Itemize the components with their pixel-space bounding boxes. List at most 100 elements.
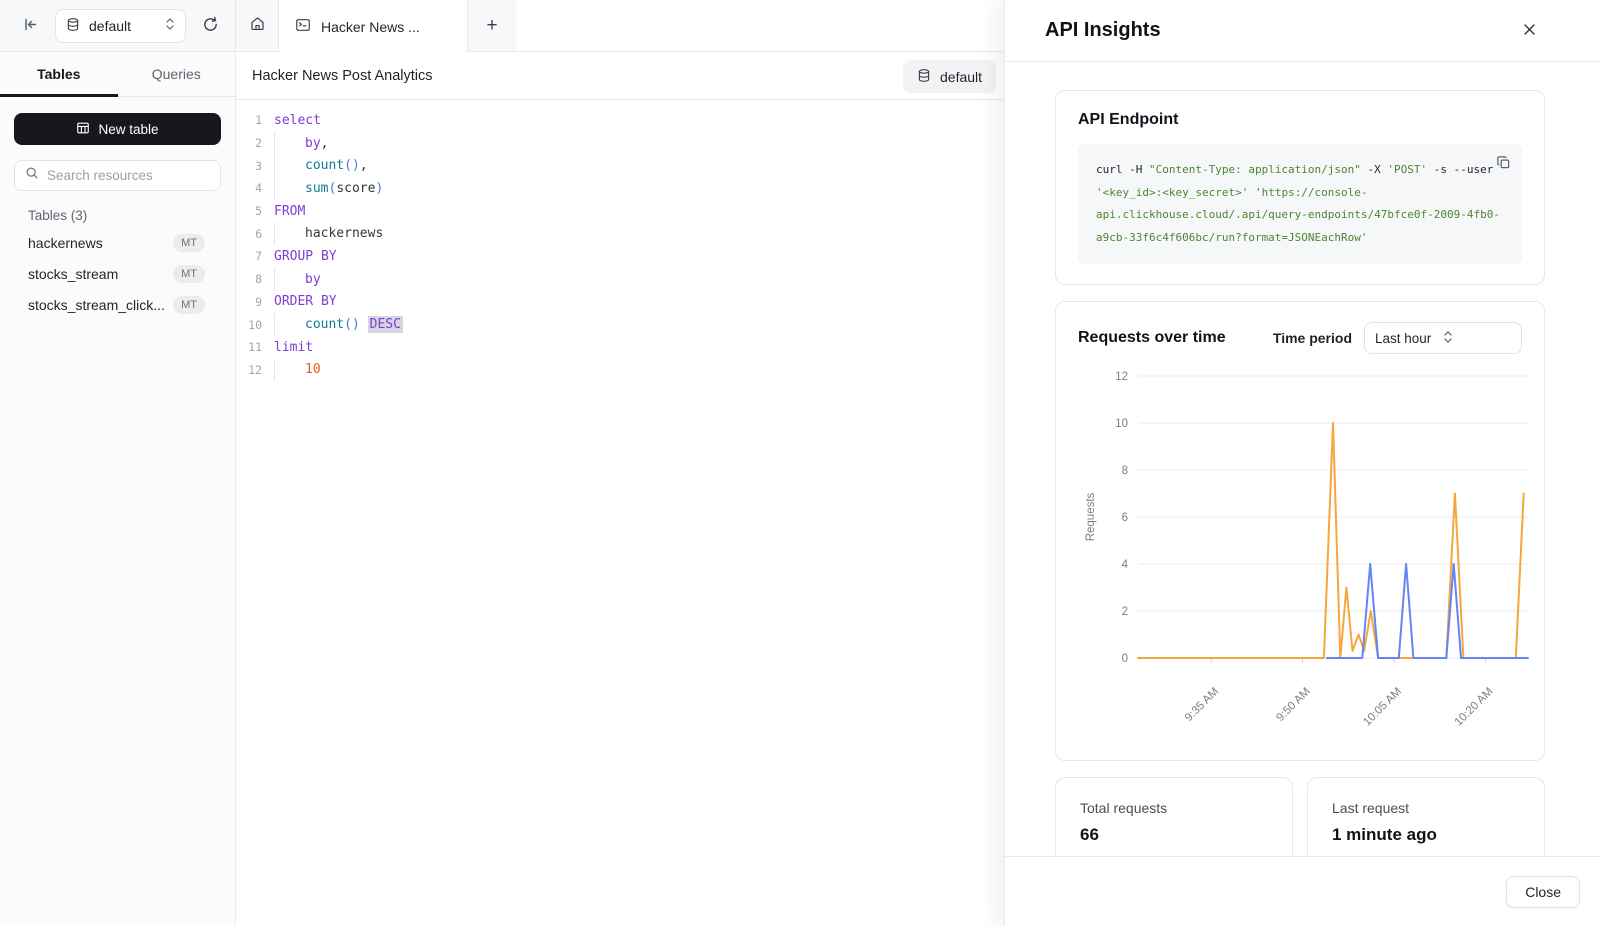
time-period-value: Last hour: [1375, 331, 1443, 346]
time-period-select[interactable]: Last hour: [1364, 322, 1522, 354]
last-request-value: 1 minute ago: [1332, 825, 1520, 845]
code-token: by: [305, 272, 321, 287]
home-button[interactable]: [236, 0, 278, 51]
new-table-button[interactable]: New table: [14, 113, 221, 145]
line-content: hackernews: [262, 222, 383, 245]
code-token: GROUP BY: [274, 249, 337, 264]
code-token: (: [328, 181, 336, 196]
api-endpoint-title: API Endpoint: [1078, 111, 1522, 129]
table-engine-badge: MT: [173, 265, 205, 283]
table-row[interactable]: stocks_stream_click...MT: [0, 289, 235, 320]
curl-segment: [1248, 186, 1255, 199]
new-tab-button[interactable]: +: [468, 0, 516, 51]
search-icon: [25, 166, 39, 185]
indent-guide: [274, 313, 305, 336]
code-token: FROM: [274, 204, 305, 219]
plus-icon: +: [486, 15, 497, 37]
total-requests-card: Total requests 66: [1055, 777, 1293, 856]
y-tick-label: 4: [1122, 559, 1129, 571]
api-endpoint-card: API Endpoint curl -H "Content-Type: appl…: [1055, 90, 1545, 285]
curl-segment: curl -H: [1096, 163, 1149, 176]
line-content: select: [262, 109, 321, 132]
copy-button[interactable]: [1494, 153, 1513, 175]
chevron-updown-icon: [165, 17, 175, 34]
chevron-updown-icon: [1443, 330, 1511, 347]
line-content: limit: [262, 336, 313, 359]
tab-queries-label: Queries: [152, 66, 201, 82]
line-content: GROUP BY: [262, 245, 337, 268]
last-request-label: Last request: [1332, 800, 1520, 816]
code-token: ORDER BY: [274, 294, 337, 309]
tab-tables[interactable]: Tables: [0, 52, 118, 96]
x-tick-label: 10:05 AM: [1361, 686, 1404, 729]
collapse-sidebar-button[interactable]: [20, 14, 41, 38]
y-axis-label: Requests: [1085, 492, 1097, 541]
code-token: limit: [274, 340, 313, 355]
curl-segment: -s --user: [1427, 163, 1500, 176]
table-name: stocks_stream_click...: [28, 297, 173, 313]
x-tick-label: 9:35 AM: [1183, 686, 1221, 724]
curl-segment: 'POST': [1387, 163, 1427, 176]
indent-guide: [274, 132, 305, 155]
line-number: 6: [236, 227, 262, 241]
curl-segment: -X: [1361, 163, 1388, 176]
table-list: hackernewsMTstocks_streamMTstocks_stream…: [0, 227, 235, 320]
line-content: count(),: [262, 154, 368, 177]
refresh-button[interactable]: [200, 14, 221, 38]
total-requests-value: 66: [1080, 825, 1268, 845]
line-number: 2: [236, 136, 262, 150]
line-number: 10: [236, 318, 262, 332]
table-engine-badge: MT: [173, 234, 205, 252]
requests-chart: 024681012Requests9:35 AM9:50 AM10:05 AM1…: [1078, 358, 1548, 736]
indent-guide: [274, 222, 305, 245]
database-selector[interactable]: default: [55, 9, 186, 43]
line-content: FROM: [262, 200, 305, 223]
database-icon: [66, 17, 80, 35]
refresh-icon: [202, 16, 219, 36]
copy-icon: [1496, 155, 1511, 173]
y-tick-label: 8: [1122, 465, 1128, 477]
requests-over-time-title: Requests over time: [1078, 329, 1273, 347]
y-tick-label: 6: [1122, 512, 1128, 524]
code-token: (): [344, 317, 367, 332]
table-row[interactable]: stocks_streamMT: [0, 258, 235, 289]
indent-guide: [274, 268, 305, 291]
curl-segment: "Content-Type: application/json": [1149, 163, 1361, 176]
line-content: by,: [262, 132, 328, 155]
table-name: hackernews: [28, 235, 173, 251]
line-number: 8: [236, 272, 262, 286]
code-token: by: [305, 136, 321, 151]
line-content: sum(score): [262, 177, 383, 200]
total-requests-label: Total requests: [1080, 800, 1268, 816]
code-token: score: [336, 181, 375, 196]
chart-header: Requests over time Time period Last hour: [1078, 322, 1522, 354]
line-number: 12: [236, 363, 262, 377]
sidebar-top: default: [0, 0, 235, 52]
table-grid-icon: [76, 121, 90, 138]
api-insights-panel: API Insights API Endpoint curl -H "Conte…: [1005, 0, 1600, 926]
database-selector-value: default: [89, 18, 131, 34]
y-tick-label: 10: [1115, 418, 1128, 430]
tab-queries[interactable]: Queries: [118, 52, 236, 96]
code-token: ,: [360, 158, 368, 173]
line-number: 1: [236, 113, 262, 127]
sidebar: default Tables Queries New table: [0, 0, 236, 926]
panel-footer: Close: [1005, 856, 1600, 926]
tab-label: Hacker News ...: [321, 19, 420, 35]
line-number: 7: [236, 249, 262, 263]
close-icon: [1522, 22, 1537, 40]
code-token: (): [344, 158, 360, 173]
tab-hacker-news-query[interactable]: Hacker News ...: [278, 0, 468, 53]
collapse-sidebar-icon: [22, 16, 39, 36]
new-table-label: New table: [98, 122, 158, 137]
y-tick-label: 0: [1122, 653, 1128, 665]
search-input[interactable]: [47, 168, 224, 183]
close-button[interactable]: Close: [1506, 876, 1580, 908]
indent-guide: [274, 154, 305, 177]
panel-close-button[interactable]: [1518, 18, 1541, 44]
editor-database-pill[interactable]: default: [903, 60, 996, 93]
sidebar-tabs: Tables Queries: [0, 52, 235, 97]
table-row[interactable]: hackernewsMT: [0, 227, 235, 258]
curl-code-block: curl -H "Content-Type: application/json"…: [1078, 144, 1522, 264]
panel-header: API Insights: [1005, 0, 1600, 62]
